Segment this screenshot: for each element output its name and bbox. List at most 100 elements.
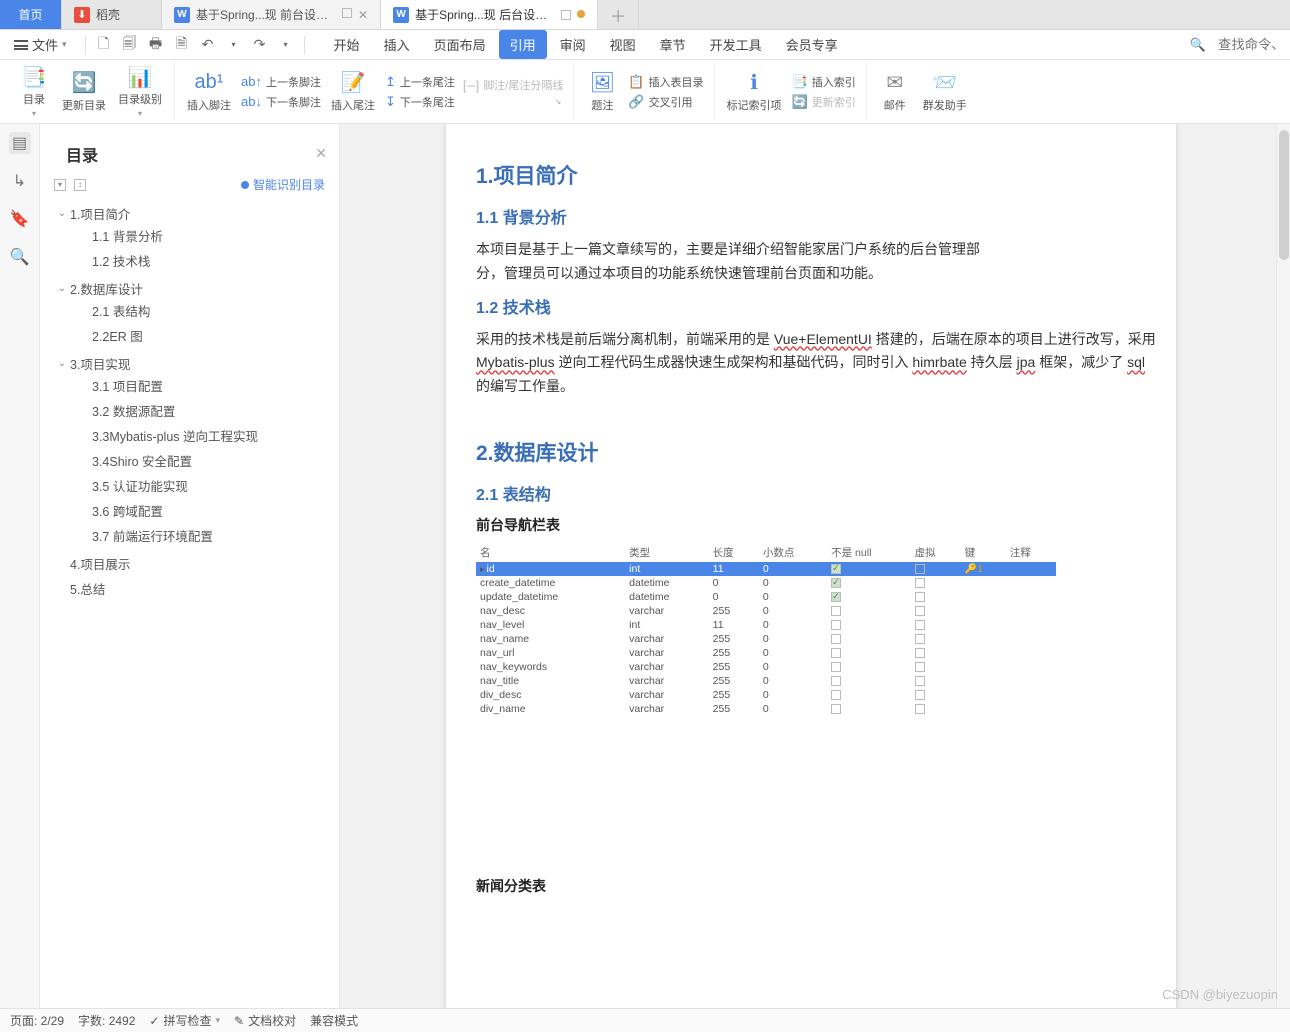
mark-index-button[interactable]: ℹ标记索引项 xyxy=(721,69,788,115)
toc-button[interactable]: 📑目录▾ xyxy=(12,63,56,120)
outline-collapse-icon[interactable]: ▾ xyxy=(54,179,66,191)
tab-doc-2[interactable]: W 基于Spring...现 后台设计论文 xyxy=(381,0,598,29)
table-row[interactable]: div_namevarchar2550 xyxy=(476,702,1056,716)
table-row[interactable]: update_datetimedatetime00 xyxy=(476,590,1056,604)
outline-item[interactable]: 5.总结 xyxy=(56,579,331,598)
outline-item-label: 3.1 项目配置 xyxy=(92,376,163,395)
chevron-down-icon[interactable]: ⌄ xyxy=(56,283,68,294)
next-endnote-button[interactable]: ↧下一条尾注 xyxy=(385,94,455,110)
print-icon[interactable]: 🖶 xyxy=(148,33,164,57)
update-toc-button[interactable]: 🔄更新目录 xyxy=(56,69,112,115)
save-as-icon[interactable]: 🗐 xyxy=(122,33,138,57)
search-icon[interactable]: 🔍 xyxy=(1190,37,1206,53)
toc-level-button[interactable]: 📊目录级别▾ xyxy=(112,63,168,120)
footnote-launcher-icon[interactable]: ↘ xyxy=(555,97,564,106)
outline-item[interactable]: 3.1 项目配置 xyxy=(78,376,331,395)
redo-icon[interactable]: ↷ xyxy=(252,36,268,53)
table-header: 名 xyxy=(476,543,625,562)
outline-item[interactable]: 3.2 数据源配置 xyxy=(78,401,331,420)
insert-table-of-figures-button[interactable]: 📋插入表目录 xyxy=(628,74,703,90)
status-spell[interactable]: ✓拼写检查▾ xyxy=(149,1012,220,1029)
table-cell xyxy=(961,702,1006,716)
print-preview-icon[interactable]: 🗎 xyxy=(174,33,190,57)
table-row[interactable]: nav_levelint110 xyxy=(476,618,1056,632)
undo-icon[interactable]: ↶ xyxy=(200,36,216,53)
tab-doc1-window-icon[interactable] xyxy=(342,8,352,18)
insert-endnote-button[interactable]: 📝插入尾注 xyxy=(325,69,381,115)
outline-expand-icon[interactable]: ↕ xyxy=(74,179,86,191)
db-table: 名类型长度小数点不是 null虚拟键注释▸idint110🔑1create_da… xyxy=(476,543,1056,716)
tab-doc-1[interactable]: W 基于Spring...现 前台设计论文 ✕ xyxy=(162,0,381,29)
tab-doc2-window-icon[interactable] xyxy=(561,10,571,20)
chevron-down-icon[interactable]: ⌄ xyxy=(56,358,68,369)
outline-item[interactable]: 3.5 认证功能实现 xyxy=(78,476,331,495)
table-row[interactable]: ▸idint110🔑1 xyxy=(476,562,1056,576)
outline-item[interactable]: 4.项目展示 xyxy=(56,554,331,573)
file-menu[interactable]: 文件 ▾ xyxy=(8,32,73,57)
table-cell xyxy=(911,674,961,688)
outline-item[interactable]: 3.4Shiro 安全配置 xyxy=(78,451,331,470)
tab-doc1-close-icon[interactable]: ✕ xyxy=(358,8,368,22)
ribbon-tab-6[interactable]: 章节 xyxy=(649,30,697,59)
tab-new[interactable]: ＋ xyxy=(598,0,639,29)
outline-item[interactable]: 2.1 表结构 xyxy=(78,301,331,320)
ribbon-tab-5[interactable]: 视图 xyxy=(599,30,647,59)
status-words[interactable]: 字数: 2492 xyxy=(78,1012,135,1029)
next-footnote-button[interactable]: ab↓下一条脚注 xyxy=(241,94,321,110)
group-send-button[interactable]: 📨群发助手 xyxy=(917,69,973,115)
table-cell: 255 xyxy=(709,632,759,646)
table-row[interactable]: nav_titlevarchar2550 xyxy=(476,674,1056,688)
smart-outline-button[interactable]: 智能识别目录 xyxy=(241,176,325,193)
table-row[interactable]: div_descvarchar2550 xyxy=(476,688,1056,702)
ribbon-tab-7[interactable]: 开发工具 xyxy=(699,30,773,59)
search-input[interactable] xyxy=(1218,37,1282,52)
document-area[interactable]: 1.项目简介 1.1 背景分析 本项目是基于上一篇文章续写的，主要是详细介绍智能… xyxy=(340,124,1290,1008)
prev-footnote-button[interactable]: ab↑上一条脚注 xyxy=(241,74,321,90)
outline-item[interactable]: 3.7 前端运行环境配置 xyxy=(78,526,331,545)
table-row[interactable]: nav_keywordsvarchar2550 xyxy=(476,660,1056,674)
caption-button[interactable]: 🖼题注 xyxy=(580,69,624,115)
ribbon-tab-8[interactable]: 会员专享 xyxy=(775,30,849,59)
outline-item[interactable]: ⌄2.数据库设计 xyxy=(56,279,331,298)
nav-rail-icon[interactable]: ↳ xyxy=(9,170,31,192)
status-page[interactable]: 页面: 2/29 xyxy=(10,1012,64,1029)
ribbon-tab-3[interactable]: 引用 xyxy=(499,30,547,59)
toc-label: 目录 xyxy=(23,91,45,107)
bookmark-rail-icon[interactable]: 🔖 xyxy=(9,208,31,230)
insert-index-button[interactable]: 📑插入索引 xyxy=(792,74,856,90)
outline-item[interactable]: 3.6 跨域配置 xyxy=(78,501,331,520)
tab-shell[interactable]: ⬇ 稻壳 xyxy=(62,0,162,29)
outline-item[interactable]: 1.1 背景分析 xyxy=(78,226,331,245)
outline-item-label: 3.2 数据源配置 xyxy=(92,401,175,420)
outline-item[interactable]: 2.2ER 图 xyxy=(78,326,331,345)
outline-rail-icon[interactable]: ▤ xyxy=(9,132,31,154)
table-row[interactable]: nav_namevarchar2550 xyxy=(476,632,1056,646)
table-row[interactable]: nav_urlvarchar2550 xyxy=(476,646,1056,660)
prev-endnote-button[interactable]: ↥上一条尾注 xyxy=(385,74,455,90)
ribbon-tab-1[interactable]: 插入 xyxy=(373,30,421,59)
mail-button[interactable]: ✉邮件 xyxy=(873,69,917,115)
outline-item[interactable]: ⌄3.项目实现 xyxy=(56,354,331,373)
tab-home[interactable]: 首页 xyxy=(0,0,62,29)
search-rail-icon[interactable]: 🔍 xyxy=(9,246,31,268)
ribbon-tab-2[interactable]: 页面布局 xyxy=(423,30,497,59)
text-wavy: sql xyxy=(1127,354,1145,370)
status-proof[interactable]: ✎文档校对 xyxy=(234,1012,296,1029)
cross-reference-button[interactable]: 🔗交叉引用 xyxy=(628,94,703,110)
outline-item[interactable]: 3.3Mybatis-plus 逆向工程实现 xyxy=(78,426,331,445)
outline-item[interactable]: ⌄1.项目简介 xyxy=(56,204,331,223)
vertical-scrollbar[interactable] xyxy=(1276,124,1290,1008)
ribbon-tab-0[interactable]: 开始 xyxy=(323,30,371,59)
outline-item[interactable]: 1.2 技术栈 xyxy=(78,251,331,270)
save-icon[interactable]: 🗋 xyxy=(96,33,112,57)
insert-footnote-button[interactable]: ab¹插入脚注 xyxy=(181,69,237,115)
table-row[interactable]: create_datetimedatetime00 xyxy=(476,576,1056,590)
scrollbar-thumb[interactable] xyxy=(1279,130,1289,260)
redo-dd-icon[interactable]: ▾ xyxy=(278,40,294,49)
chevron-down-icon[interactable]: ⌄ xyxy=(56,208,68,219)
outline-close-icon[interactable]: ✕ xyxy=(315,145,327,162)
ribbon-tab-4[interactable]: 审阅 xyxy=(549,30,597,59)
undo-dd-icon[interactable]: ▾ xyxy=(226,40,242,49)
table-row[interactable]: nav_descvarchar2550 xyxy=(476,604,1056,618)
table-cell: update_datetime xyxy=(476,590,625,604)
